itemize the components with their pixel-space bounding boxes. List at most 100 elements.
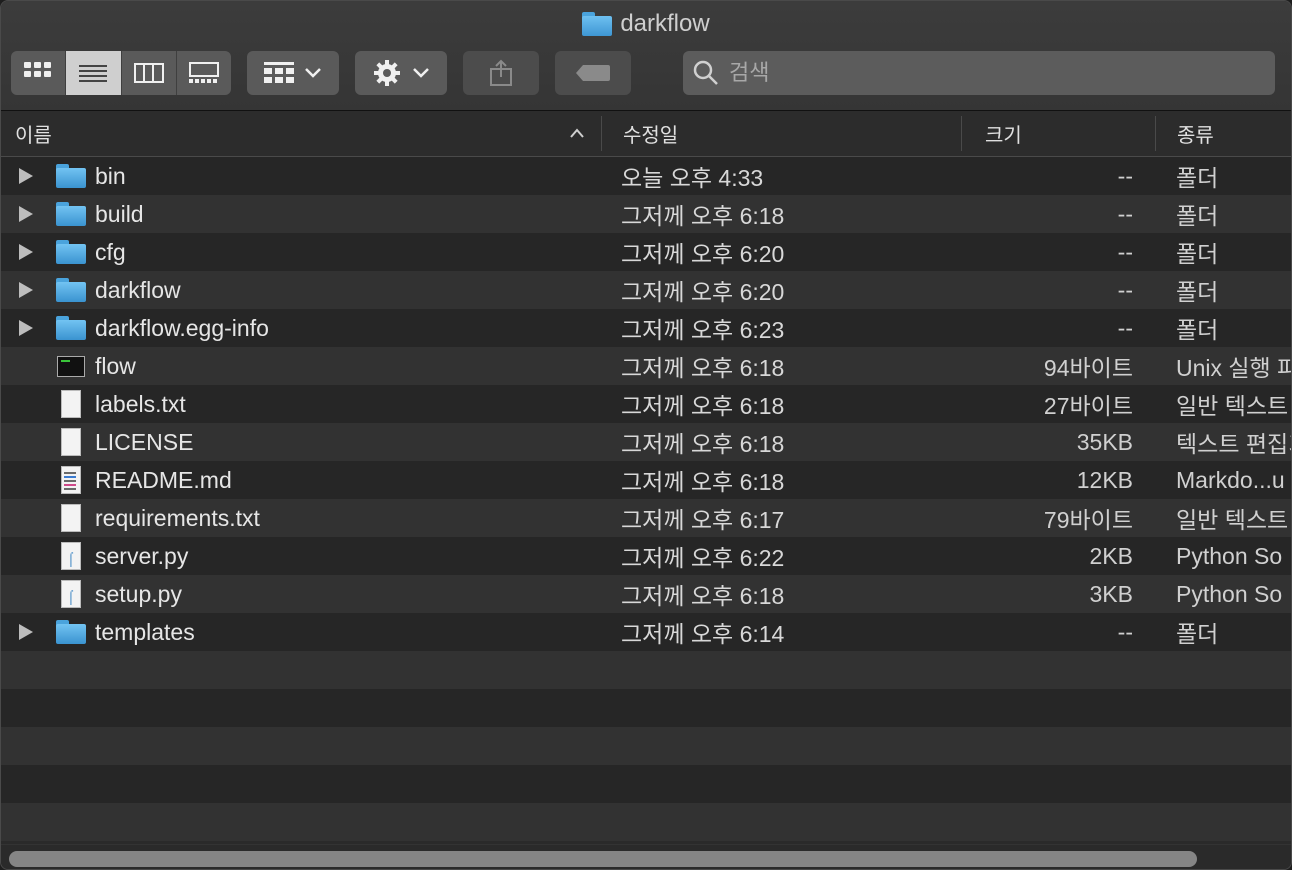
column-header-kind-label: 종류: [1177, 125, 1214, 147]
python-file-icon: ⌠: [55, 542, 87, 570]
share-button[interactable]: [463, 51, 539, 95]
disclosure-triangle-icon[interactable]: [19, 282, 33, 298]
file-date: 그저께 오후 6:14: [621, 621, 785, 647]
column-header-size[interactable]: 크기: [985, 111, 1145, 156]
file-kind: Python So: [1176, 580, 1283, 607]
empty-row: [1, 765, 1291, 803]
disclosure-triangle-icon[interactable]: [19, 168, 33, 184]
file-list: bin 오늘 오후 4:33 -- 폴더 build 그저께 오후 6:18 -- 폴더 cfg…: [1, 157, 1291, 841]
list-item[interactable]: darkflow.egg-info 그저께 오후 6:23 -- 폴더: [1, 309, 1291, 347]
file-kind: 일반 텍스트: [1176, 507, 1289, 533]
toolbar: darkflow: [1, 1, 1291, 111]
column-header-name-label: 이름: [15, 125, 52, 147]
list-item[interactable]: LICENSE 그저께 오후 6:18 35KB 텍스트 편집기: [1, 423, 1291, 461]
markdown-file-icon: [55, 466, 87, 494]
file-date: 그저께 오후 6:20: [621, 241, 785, 267]
list-item[interactable]: bin 오늘 오후 4:33 -- 폴더: [1, 157, 1291, 195]
file-date: 그저께 오후 6:17: [621, 507, 785, 533]
list-item[interactable]: flow 그저께 오후 6:18 94바이트 Unix 실행 파: [1, 347, 1291, 385]
list-item[interactable]: build 그저께 오후 6:18 -- 폴더: [1, 195, 1291, 233]
file-name: server.py: [95, 542, 189, 569]
column-divider[interactable]: [1155, 116, 1156, 151]
window-title: darkflow: [1, 9, 1291, 39]
tag-icon: [576, 65, 610, 81]
group-by-button[interactable]: [247, 51, 339, 95]
file-kind: 텍스트 편집기: [1176, 431, 1291, 457]
list-item[interactable]: darkflow 그저께 오후 6:20 -- 폴더: [1, 271, 1291, 309]
gallery-view-button[interactable]: [177, 51, 231, 95]
column-view-button[interactable]: [122, 51, 177, 95]
list-item[interactable]: ⌠ server.py 그저께 오후 6:22 2KB Python So: [1, 537, 1291, 575]
file-date: 그저께 오후 6:18: [621, 393, 785, 419]
empty-row: [1, 689, 1291, 727]
file-name: flow: [95, 352, 136, 379]
file-size: 2KB: [1089, 542, 1133, 569]
folder-icon: [55, 618, 87, 646]
list-item[interactable]: README.md 그저께 오후 6:18 12KB Markdo...u: [1, 461, 1291, 499]
list-item[interactable]: ⌠ setup.py 그저께 오후 6:18 3KB Python So: [1, 575, 1291, 613]
column-header-kind[interactable]: 종류: [1177, 111, 1287, 156]
file-date: 그저께 오후 6:18: [621, 203, 785, 229]
file-kind: Python So: [1176, 542, 1283, 569]
file-kind: Markdo...u: [1176, 466, 1285, 493]
disclosure-triangle-icon[interactable]: [19, 624, 33, 640]
finder-window: darkflow 검색 이름 수정일 크기 종류 bin 오늘 오후 4:33 …: [0, 0, 1292, 870]
disclosure-triangle-icon[interactable]: [19, 206, 33, 222]
disclosure-triangle-icon[interactable]: [19, 244, 33, 260]
terminal-icon: [55, 352, 87, 380]
folder-icon: [55, 276, 87, 304]
list-item[interactable]: templates 그저께 오후 6:14 -- 폴더: [1, 613, 1291, 651]
text-file-icon: [55, 390, 87, 418]
file-name: LICENSE: [95, 428, 194, 455]
file-size: --: [1117, 618, 1133, 645]
search-field[interactable]: [683, 51, 1275, 95]
file-size: 79바이트: [1043, 507, 1133, 533]
column-divider[interactable]: [601, 116, 602, 151]
file-date: 그저께 오후 6:20: [621, 279, 785, 305]
file-name: cfg: [95, 238, 126, 265]
file-size: 35KB: [1076, 428, 1133, 455]
list-item[interactable]: labels.txt 그저께 오후 6:18 27바이트 일반 텍스트: [1, 385, 1291, 423]
file-name: bin: [95, 162, 126, 189]
list-item[interactable]: cfg 그저께 오후 6:20 -- 폴더: [1, 233, 1291, 271]
disclosure-triangle-icon[interactable]: [19, 320, 33, 336]
file-size: --: [1117, 162, 1133, 189]
file-name: labels.txt: [95, 390, 186, 417]
file-size: 27바이트: [1043, 393, 1133, 419]
document-icon: [55, 428, 87, 456]
view-mode-switcher: [11, 51, 231, 95]
icon-view-button[interactable]: [11, 51, 67, 95]
file-name: build: [95, 200, 144, 227]
file-name: darkflow.egg-info: [95, 314, 269, 341]
grid-icon: [264, 62, 294, 83]
sort-ascending-icon: [570, 128, 584, 138]
chevron-down-icon: [305, 68, 321, 78]
horizontal-scrollbar[interactable]: [9, 851, 1197, 867]
file-kind: 폴더: [1176, 621, 1219, 647]
file-kind: 폴더: [1176, 203, 1219, 229]
file-size: --: [1117, 314, 1133, 341]
search-input[interactable]: [727, 59, 1231, 87]
file-kind: 폴더: [1176, 317, 1219, 343]
list-view-button[interactable]: [66, 51, 122, 95]
action-menu-button[interactable]: [355, 51, 447, 95]
file-date: 그저께 오후 6:22: [621, 545, 785, 571]
columns-icon: [133, 63, 164, 83]
column-header-date-label: 수정일: [623, 125, 679, 147]
file-size: 12KB: [1076, 466, 1133, 493]
file-kind: 폴더: [1176, 279, 1219, 305]
folder-icon: [55, 200, 87, 228]
column-header-size-label: 크기: [985, 125, 1022, 147]
file-name: templates: [95, 618, 195, 645]
column-header-name[interactable]: 이름: [15, 111, 595, 156]
file-date: 오늘 오후 4:33: [621, 165, 764, 191]
folder-icon: [55, 162, 87, 190]
column-divider[interactable]: [961, 116, 962, 151]
column-header-date[interactable]: 수정일: [623, 111, 953, 156]
list-item[interactable]: requirements.txt 그저께 오후 6:17 79바이트 일반 텍스트: [1, 499, 1291, 537]
folder-icon: [55, 314, 87, 342]
file-kind: 폴더: [1176, 165, 1219, 191]
file-name: requirements.txt: [95, 504, 260, 531]
tags-button[interactable]: [555, 51, 631, 95]
file-name: darkflow: [95, 276, 181, 303]
